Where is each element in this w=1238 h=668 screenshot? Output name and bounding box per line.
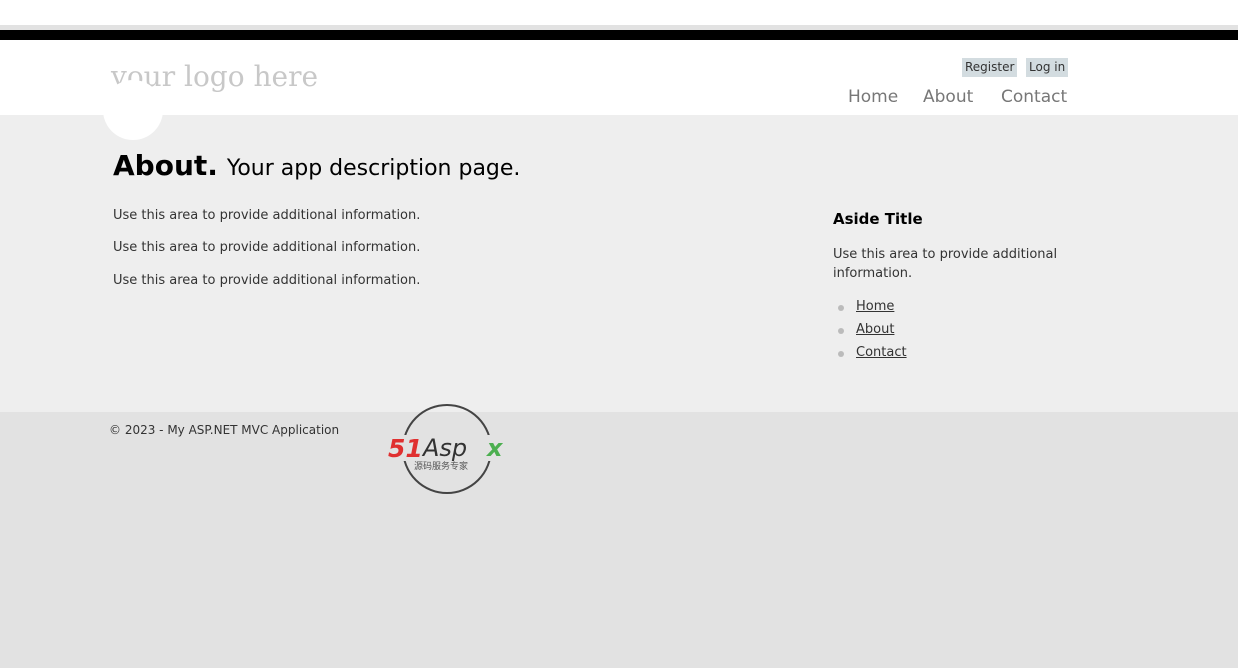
aside-link-home[interactable]: Home [856,299,894,314]
site-header: your logo here Register Log in Home Abou… [0,40,1238,115]
main-content: About. Your app description page. Use th… [0,115,1238,412]
sidebar-aside: Aside Title Use this area to provide add… [833,210,1073,368]
page-title-bold: About. [113,149,218,182]
page-subtitle: Your app description page. [226,156,521,181]
watermark-logo: 51 Asp x 源码服务专家 [387,404,512,494]
svg-text:源码服务专家: 源码服务专家 [414,460,468,472]
top-whitespace [0,0,1238,25]
login-link[interactable]: Log in [1026,58,1069,77]
aside-link-contact[interactable]: Contact [856,345,907,360]
register-link[interactable]: Register [962,58,1018,77]
svg-text:51: 51 [388,434,423,463]
aside-text: Use this area to provide additional info… [833,247,1058,281]
svg-text:x: x [486,434,504,462]
info-paragraph: Use this area to provide additional info… [113,240,421,255]
info-paragraph: Use this area to provide additional info… [113,273,421,288]
nav-contact[interactable]: Contact [1001,87,1067,107]
nav-home[interactable]: Home [848,87,898,107]
bullet-icon [838,328,844,334]
nav-about[interactable]: About [923,87,973,107]
list-item: About [833,322,1073,345]
decorative-circle [103,80,163,140]
info-paragraph: Use this area to provide additional info… [113,208,421,223]
copyright-text: © 2023 - My ASP.NET MVC Application [109,423,340,437]
site-footer: © 2023 - My ASP.NET MVC Application 51 A… [0,404,1238,668]
aside-link-about[interactable]: About [856,322,894,337]
page-title: About. Your app description page. [113,149,520,182]
list-item: Home [833,299,1073,322]
bullet-icon [838,351,844,357]
top-black-bar [0,30,1238,40]
aside-link-list: Home About Contact [833,299,1073,368]
bullet-icon [838,305,844,311]
aside-title: Aside Title [833,210,923,228]
list-item: Contact [833,345,1073,368]
svg-text:Asp: Asp [421,434,467,462]
